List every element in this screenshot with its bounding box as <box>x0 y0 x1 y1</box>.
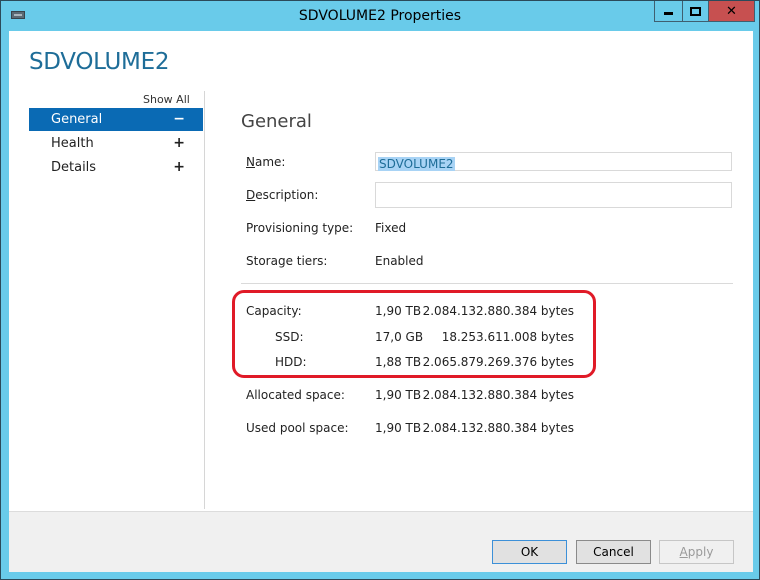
name-input[interactable]: SDVOLUME2 <box>375 152 732 171</box>
properties-window: SDVOLUME2 Properties ✕ SDVOLUME2 Show Al… <box>0 0 760 580</box>
allocated-space-label: Allocated space: <box>246 388 345 402</box>
name-label: Name: <box>246 155 286 169</box>
nav-item-label: Health <box>51 136 94 151</box>
maximize-icon <box>690 6 701 16</box>
name-input-value: SDVOLUME2 <box>378 157 455 171</box>
nav-item-label: General <box>51 112 103 127</box>
expand-icon[interactable]: + <box>173 156 185 179</box>
volume-heading: SDVOLUME2 <box>29 49 170 75</box>
minimize-button[interactable] <box>654 1 683 22</box>
nav-item-health[interactable]: Health + <box>29 132 203 155</box>
used-pool-space-label: Used pool space: <box>246 421 349 435</box>
show-all-link[interactable]: Show All <box>143 93 190 106</box>
expand-icon[interactable]: + <box>173 132 185 155</box>
nav-item-general[interactable]: General − <box>29 108 203 131</box>
nav-divider <box>204 91 205 509</box>
capacity-highlight-annotation <box>232 290 596 378</box>
apply-button[interactable]: Apply <box>659 540 734 564</box>
allocated-space-bytes: 2.084.132.880.384 bytes <box>422 388 574 402</box>
used-pool-space-bytes: 2.084.132.880.384 bytes <box>422 421 574 435</box>
description-label: Description: <box>246 188 319 202</box>
window-title: SDVOLUME2 Properties <box>298 8 462 24</box>
description-input[interactable] <box>375 182 732 208</box>
maximize-button[interactable] <box>682 1 709 22</box>
storage-tiers-label: Storage tiers: <box>246 254 328 268</box>
provisioning-type-value: Fixed <box>375 221 407 235</box>
dialog-content: SDVOLUME2 Show All General − Health + De… <box>9 31 753 572</box>
provisioning-type-label: Provisioning type: <box>246 221 354 235</box>
title-bar[interactable]: SDVOLUME2 Properties ✕ <box>1 1 759 31</box>
close-icon: ✕ <box>726 3 737 19</box>
close-button[interactable]: ✕ <box>708 1 755 22</box>
storage-tiers-value: Enabled <box>375 254 424 268</box>
cancel-button[interactable]: Cancel <box>576 540 651 564</box>
collapse-icon[interactable]: − <box>173 108 185 131</box>
button-bar: OK Cancel Apply <box>9 511 753 572</box>
ok-button[interactable]: OK <box>492 540 567 564</box>
section-title: General <box>241 111 312 132</box>
nav-item-label: Details <box>51 160 97 175</box>
section-separator <box>241 283 733 284</box>
nav-item-details[interactable]: Details + <box>29 156 203 179</box>
minimize-icon <box>664 12 673 15</box>
